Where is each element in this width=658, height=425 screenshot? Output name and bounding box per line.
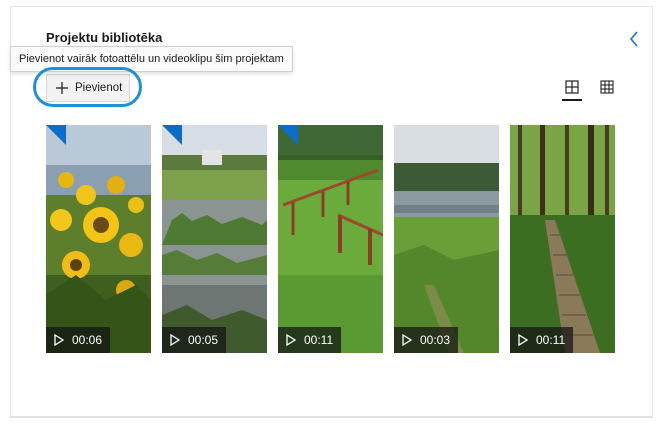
duration-badge: 00:06 (46, 327, 111, 353)
large-grid-icon (565, 80, 579, 94)
add-button-tooltip: Pievienot vairāk fotoattēlu un videoklip… (10, 46, 293, 72)
duration-label: 00:03 (420, 333, 451, 347)
duration-badge: 00:11 (510, 327, 574, 353)
media-tile[interactable]: 00:03 (394, 125, 499, 353)
view-small-thumbnails-button[interactable] (598, 78, 616, 96)
media-gallery: 00:06 00:05 00:11 00:03 00:11 (46, 125, 615, 353)
view-large-thumbnails-button[interactable] (562, 78, 582, 101)
added-badge (278, 125, 298, 145)
added-badge (46, 125, 66, 145)
duration-badge: 00:05 (162, 327, 227, 353)
forest-path-thumbnail (510, 125, 615, 353)
chevron-left-icon (629, 31, 638, 47)
media-tile[interactable]: 00:11 (510, 125, 615, 353)
small-grid-icon (600, 80, 614, 94)
play-icon (402, 334, 412, 346)
duration-label: 00:11 (536, 333, 566, 347)
duration-label: 00:05 (188, 333, 219, 347)
duration-label: 00:06 (72, 333, 103, 347)
play-icon (518, 334, 528, 346)
add-media-button[interactable]: Pievienot (46, 74, 130, 102)
meadow-fence-thumbnail (278, 125, 383, 353)
added-badge (162, 125, 182, 145)
media-tile[interactable]: 00:06 (46, 125, 151, 353)
duration-badge: 00:03 (394, 327, 459, 353)
duration-badge: 00:11 (278, 327, 342, 353)
play-icon (286, 334, 296, 346)
panel-title: Projektu bibliotēka (46, 30, 163, 45)
collapse-panel-button[interactable] (626, 30, 642, 48)
pond-thumbnail (162, 125, 267, 353)
plus-icon (56, 82, 68, 94)
play-icon (54, 334, 64, 346)
play-icon (170, 334, 180, 346)
add-media-button-label: Pievienot (75, 82, 123, 94)
sunflower-thumbnail (46, 125, 151, 353)
media-tile[interactable]: 00:11 (278, 125, 383, 353)
duration-label: 00:11 (304, 333, 334, 347)
river-thumbnail (394, 125, 499, 353)
media-tile[interactable]: 00:05 (162, 125, 267, 353)
